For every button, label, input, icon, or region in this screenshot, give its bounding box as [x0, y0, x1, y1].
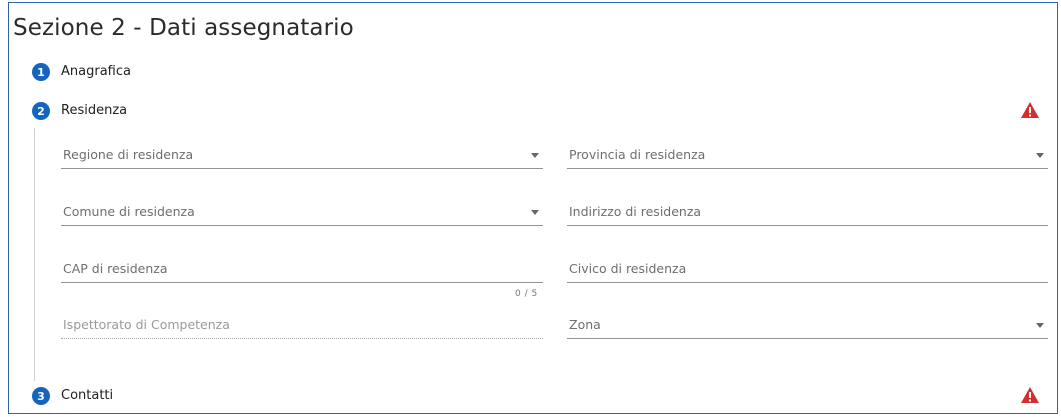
cap-character-counter: 0 / 5 — [515, 289, 538, 299]
section-title: Sezione 2 - Dati assegnatario — [13, 15, 354, 41]
step-1-badge[interactable]: 1 — [32, 63, 50, 81]
indirizzo-input[interactable]: Indirizzo di residenza — [567, 200, 1048, 226]
civico-input[interactable]: Civico di residenza — [567, 257, 1048, 283]
ispettorato-label: Ispettorato di Competenza — [63, 317, 230, 332]
step-2-badge[interactable]: 2 — [32, 102, 50, 120]
zona-label: Zona — [569, 317, 601, 332]
warning-icon — [1021, 387, 1039, 403]
step-2-label[interactable]: Residenza — [61, 103, 127, 118]
step-3-label[interactable]: Contatti — [61, 388, 113, 403]
step-3-badge[interactable]: 3 — [32, 387, 50, 405]
ispettorato-input: Ispettorato di Competenza — [61, 313, 543, 339]
chevron-down-icon — [1036, 323, 1044, 328]
zona-select[interactable]: Zona — [567, 313, 1048, 339]
civico-label: Civico di residenza — [569, 261, 687, 276]
provincia-label: Provincia di residenza — [569, 147, 706, 162]
indirizzo-label: Indirizzo di residenza — [569, 204, 702, 219]
chevron-down-icon — [531, 210, 539, 215]
chevron-down-icon — [531, 153, 539, 158]
comune-select[interactable]: Comune di residenza — [61, 200, 543, 226]
provincia-select[interactable]: Provincia di residenza — [567, 143, 1048, 169]
stepper-connector-line — [34, 128, 35, 381]
step-1-label[interactable]: Anagrafica — [61, 64, 131, 79]
cap-input[interactable]: CAP di residenza — [61, 257, 543, 283]
regione-label: Regione di residenza — [63, 147, 194, 162]
warning-icon — [1021, 102, 1039, 118]
cap-label: CAP di residenza — [63, 261, 168, 276]
regione-select[interactable]: Regione di residenza — [61, 143, 543, 169]
comune-label: Comune di residenza — [63, 204, 195, 219]
chevron-down-icon — [1036, 153, 1044, 158]
